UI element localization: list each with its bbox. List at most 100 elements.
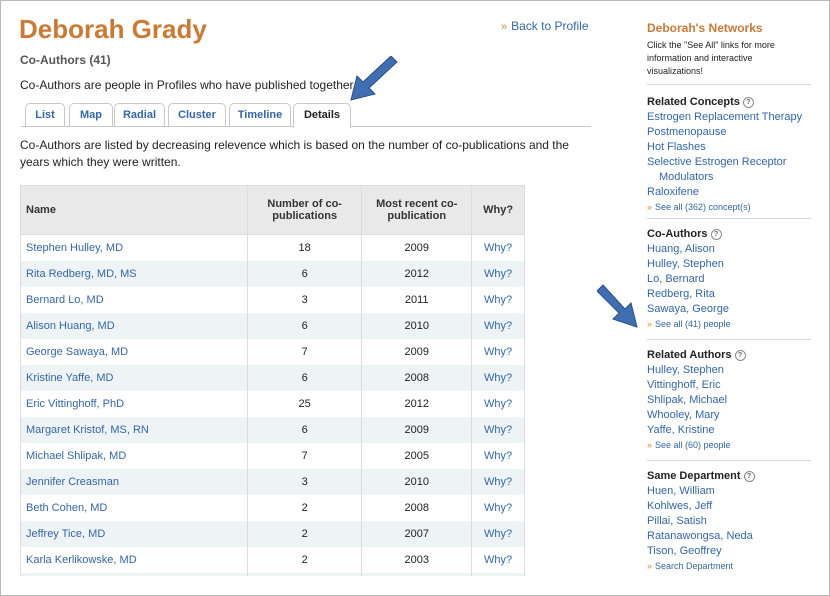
why-link[interactable]: Why? (471, 417, 525, 443)
coauthor-name-link[interactable]: Karla Kerlikowske, MD (20, 547, 249, 573)
why-link[interactable]: Why? (471, 443, 525, 469)
copublication-count: 7 (247, 339, 363, 365)
back-to-profile-link[interactable]: » Back to Profile (501, 19, 589, 33)
person-link[interactable]: Tison, Geoffrey (647, 544, 811, 559)
most-recent-year: 2012 (361, 261, 473, 287)
copublication-count: 6 (247, 313, 363, 339)
person-link[interactable]: Shlipak, Michael (647, 393, 811, 408)
why-link[interactable]: Why? (471, 573, 525, 576)
double-chevron-icon: » (501, 21, 508, 33)
tab-details[interactable]: Details (293, 103, 351, 128)
table-row: Alka Kanaya, MD52008Why? (20, 573, 525, 576)
table-row: Rita Redberg, MD, MS 6 2012 Why? (20, 261, 525, 287)
copublication-count: 2 (247, 547, 363, 573)
why-link[interactable]: Why? (471, 339, 525, 365)
person-link[interactable]: Lo, Bernard (647, 272, 811, 287)
person-link[interactable]: Sawaya, George (647, 302, 811, 317)
tab-timeline[interactable]: Timeline (229, 103, 291, 126)
help-icon[interactable]: ? (710, 229, 722, 240)
copublication-count: 6 (247, 417, 363, 443)
coauthor-name-link[interactable]: Eric Vittinghoff, PhD (20, 391, 249, 417)
coauthor-name-link[interactable]: Alison Huang, MD (20, 313, 249, 339)
why-link[interactable]: Why? (471, 547, 525, 573)
person-link[interactable]: Hulley, Stephen (647, 363, 811, 378)
person-link[interactable]: Whooley, Mary (647, 408, 811, 423)
most-recent-year: 2010 (361, 313, 473, 339)
copublication-count: 6 (247, 365, 363, 391)
intro-text: Co-Authors are people in Profiles who ha… (20, 78, 357, 92)
divider (647, 84, 811, 85)
coauthor-name-link[interactable]: Alka Kanaya, MD (20, 573, 249, 576)
copublication-count: 3 (247, 287, 363, 313)
concept-link[interactable]: Estrogen Replacement Therapy (647, 110, 811, 125)
person-link[interactable]: Huen, William (647, 484, 811, 499)
networks-title: Deborah's Networks (647, 21, 763, 35)
coauthor-table: Name Number of co-publications Most rece… (20, 185, 525, 576)
why-link[interactable]: Why? (471, 391, 525, 417)
double-chevron-icon: » (647, 440, 653, 450)
coauthor-name-link[interactable]: Stephen Hulley, MD (20, 234, 249, 261)
coauthor-name-link[interactable]: George Sawaya, MD (20, 339, 249, 365)
concept-link[interactable]: Postmenopause (647, 125, 811, 140)
person-link[interactable]: Kohlwes, Jeff (647, 499, 811, 514)
copublication-count: 18 (247, 234, 363, 261)
tab-map[interactable]: Map (69, 103, 113, 126)
person-link[interactable]: Ratanawongsa, Neda (647, 529, 811, 544)
tab-cluster[interactable]: Cluster (168, 103, 226, 126)
search-department-link[interactable]: » Search Department (647, 561, 811, 571)
coauthor-name-link[interactable]: Jennifer Creasman (20, 469, 249, 495)
person-link[interactable]: Hulley, Stephen (647, 257, 811, 272)
person-link[interactable]: Redberg, Rita (647, 287, 811, 302)
view-tabs: List Map Radial Cluster Timeline Details (21, 103, 591, 128)
coauthor-name-link[interactable]: Kristine Yaffe, MD (20, 365, 249, 391)
why-link[interactable]: Why? (471, 287, 525, 313)
why-link[interactable]: Why? (471, 261, 525, 287)
why-link[interactable]: Why? (471, 469, 525, 495)
coauthor-name-link[interactable]: Beth Cohen, MD (20, 495, 249, 521)
concept-link[interactable]: Hot Flashes (647, 140, 811, 155)
help-icon[interactable]: ? (743, 471, 755, 482)
help-icon[interactable]: ? (734, 350, 746, 361)
why-link[interactable]: Why? (471, 234, 525, 261)
see-all-coauthors-link[interactable]: » See all (41) people (647, 319, 811, 329)
see-all-concepts-link[interactable]: » See all (362) concept(s) (647, 202, 811, 212)
why-link[interactable]: Why? (471, 521, 525, 547)
column-header-name: Name (20, 185, 249, 235)
why-link[interactable]: Why? (471, 495, 525, 521)
coauthor-count: Co-Authors (41) (20, 53, 111, 67)
coauthor-name-link[interactable]: Rita Redberg, MD, MS (20, 261, 249, 287)
most-recent-year: 2003 (361, 547, 473, 573)
coauthor-name-link[interactable]: Margaret Kristof, MS, RN (20, 417, 249, 443)
person-link[interactable]: Huang, Alison (647, 242, 811, 257)
table-row: Eric Vittinghoff, PhD 25 2012 Why? (20, 391, 525, 417)
person-link[interactable]: Yaffe, Kristine (647, 423, 811, 438)
networks-description: Click the "See All" links for more infor… (647, 40, 775, 76)
copublication-count: 2 (247, 495, 363, 521)
coauthor-name-link[interactable]: Jeffrey Tice, MD (20, 521, 249, 547)
table-row: Jeffrey Tice, MD 2 2007 Why? (20, 521, 525, 547)
why-link[interactable]: Why? (471, 313, 525, 339)
concept-link[interactable]: Raloxifene (647, 185, 811, 200)
page-frame: Deborah Grady » Back to Profile Co-Author… (0, 0, 830, 596)
table-row: Kristine Yaffe, MD 6 2008 Why? (20, 365, 525, 391)
see-all-related-authors-link[interactable]: » See all (60) people (647, 440, 811, 450)
person-link[interactable]: Pillai, Satish (647, 514, 811, 529)
arrow-pointer-icon (350, 56, 398, 101)
help-icon[interactable]: ? (742, 97, 754, 108)
coauthor-name-link[interactable]: Michael Shlipak, MD (20, 443, 249, 469)
coauthor-name-link[interactable]: Bernard Lo, MD (20, 287, 249, 313)
copublication-count: 3 (247, 469, 363, 495)
same-department-section: Same Department? Huen, William Kohlwes, … (647, 468, 811, 571)
divider (647, 339, 811, 340)
copublication-count: 2 (247, 521, 363, 547)
concept-link[interactable]: Selective Estrogen Receptor Modulators (647, 155, 811, 185)
most-recent-year: 2008 (361, 573, 473, 576)
most-recent-year: 2009 (361, 417, 473, 443)
column-header-count: Number of co-publications (247, 185, 363, 235)
person-link[interactable]: Vittinghoff, Eric (647, 378, 811, 393)
most-recent-year: 2008 (361, 495, 473, 521)
tab-list[interactable]: List (25, 103, 65, 126)
why-link[interactable]: Why? (471, 365, 525, 391)
table-row: Karla Kerlikowske, MD 2 2003 Why? (20, 547, 525, 573)
tab-radial[interactable]: Radial (114, 103, 165, 126)
